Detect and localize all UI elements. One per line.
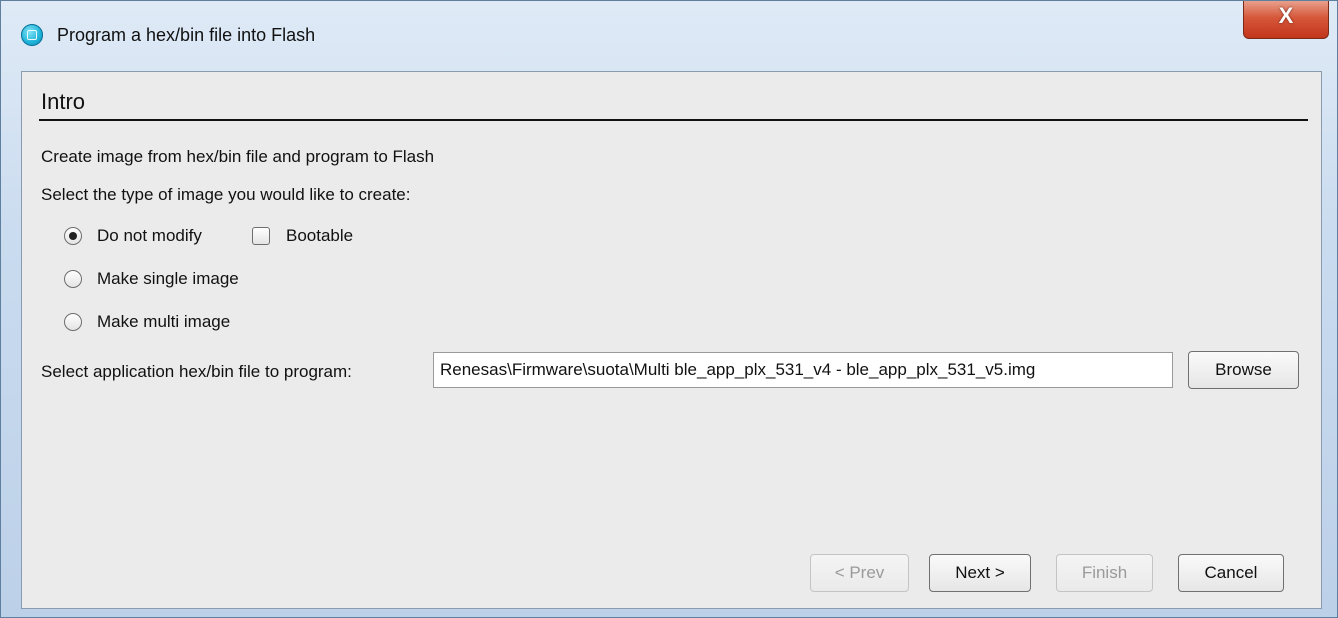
dialog-window: Program a hex/bin file into Flash X Intr… bbox=[0, 0, 1338, 618]
radio-make-multi-image-label[interactable]: Make multi image bbox=[97, 312, 230, 332]
radio-make-single-image[interactable] bbox=[64, 270, 82, 288]
bootable-checkbox[interactable] bbox=[252, 227, 270, 245]
radio-do-not-modify-label[interactable]: Do not modify bbox=[97, 226, 202, 246]
next-button[interactable]: Next > bbox=[929, 554, 1031, 592]
image-type-prompt: Select the type of image you would like … bbox=[41, 185, 411, 204]
finish-button[interactable]: Finish bbox=[1056, 554, 1153, 592]
close-button[interactable]: X bbox=[1243, 1, 1329, 39]
section-title: Intro bbox=[41, 89, 86, 114]
wizard-panel: Intro Create image from hex/bin file and… bbox=[21, 71, 1322, 609]
file-select-label: Select application hex/bin file to progr… bbox=[41, 362, 352, 381]
browse-button[interactable]: Browse bbox=[1188, 351, 1299, 389]
app-chip-icon bbox=[21, 24, 43, 46]
title-bar[interactable]: Program a hex/bin file into Flash X bbox=[1, 1, 1337, 71]
radio-make-multi-image[interactable] bbox=[64, 313, 82, 331]
prev-button[interactable]: < Prev bbox=[810, 554, 909, 592]
description-text: Create image from hex/bin file and progr… bbox=[41, 147, 435, 166]
bootable-label[interactable]: Bootable bbox=[286, 226, 353, 246]
close-icon: X bbox=[1278, 3, 1294, 28]
radio-make-single-image-label[interactable]: Make single image bbox=[97, 269, 239, 289]
file-path-input[interactable] bbox=[433, 352, 1173, 388]
section-divider bbox=[39, 119, 1308, 121]
radio-do-not-modify[interactable] bbox=[64, 227, 82, 245]
window-title: Program a hex/bin file into Flash bbox=[57, 25, 316, 45]
cancel-button[interactable]: Cancel bbox=[1178, 554, 1284, 592]
